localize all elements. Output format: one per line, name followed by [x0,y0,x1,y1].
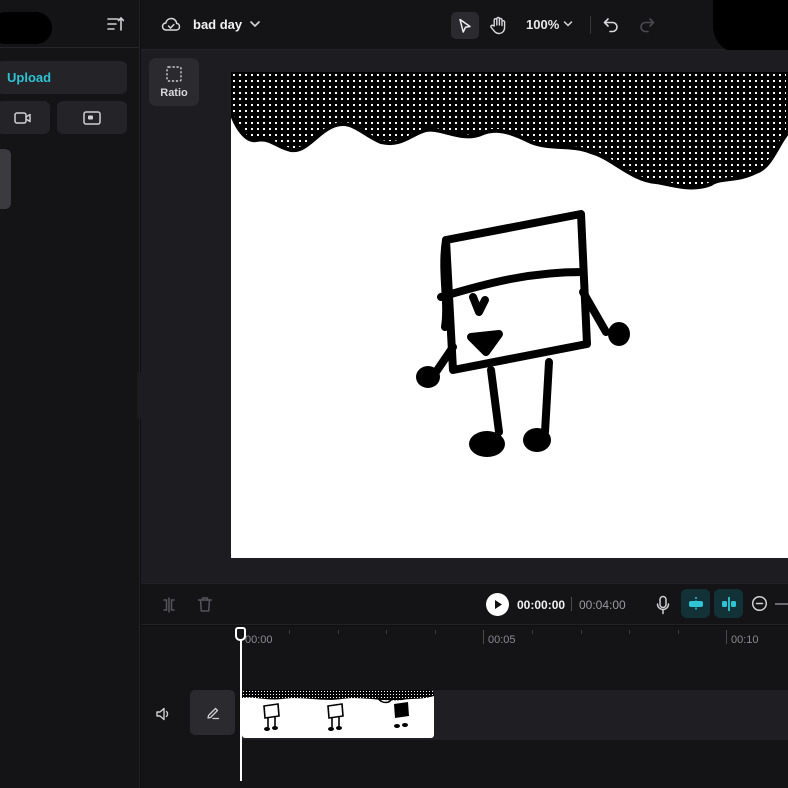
zoom-level[interactable]: 100% [526,17,559,32]
tick-minor [532,630,533,634]
screen-record-icon [83,110,101,125]
canvas-drawing [231,72,788,457]
video-clip[interactable] [242,690,434,738]
video-camera-icon [14,111,31,124]
chevron-down-icon[interactable] [249,19,261,29]
redo-icon[interactable] [638,15,656,33]
left-sidebar: Upload [0,0,140,788]
tick-minor [435,630,436,634]
sidebar-header [0,0,140,48]
playhead-handle[interactable] [235,627,246,641]
tick-minor [581,630,582,634]
top-bar: bad day 100% [141,0,788,54]
hand-tool-button[interactable] [486,12,510,39]
cloud-icon[interactable] [161,16,181,34]
pencil-icon [206,707,219,719]
play-icon [494,600,502,609]
current-time: 00:00:00 [517,598,566,612]
hand-pan-icon [490,16,506,35]
tick-minor [678,630,679,634]
total-duration: 00:04:00 [579,598,626,612]
tick-label: 00:10 [731,634,759,646]
main-track-link-button[interactable] [714,589,743,618]
tick-major [726,630,727,644]
workspace: Ratio [141,50,788,583]
redacted-area [713,0,788,54]
time-divider [571,597,572,611]
screen-record-button[interactable] [57,101,127,134]
tick-minor [629,630,630,634]
preview-canvas[interactable] [231,72,788,558]
delete-icon[interactable] [197,596,213,613]
microphone-icon[interactable] [655,595,671,615]
sort-icon[interactable] [106,16,124,32]
edit-cover-button[interactable] [190,690,235,735]
tick-minor [386,630,387,634]
playhead[interactable] [240,636,242,781]
zoom-out-icon[interactable] [751,595,768,612]
tick-major [483,630,484,644]
redacted-area [0,12,52,44]
ratio-button[interactable]: Ratio [149,58,199,106]
select-tool-button[interactable] [451,12,479,39]
zoom-chevron-down-icon[interactable] [563,19,573,29]
timeline-toolbar: 00:00:00 00:04:00 [141,583,788,625]
play-button[interactable] [486,593,509,616]
tick-label: 00:00 [245,634,273,646]
toolbar-divider [590,16,591,34]
cloud-drawing [231,72,788,190]
upload-button[interactable]: Upload [0,61,127,94]
ratio-label: Ratio [160,87,188,99]
tick-minor [338,630,339,634]
cursor-select-icon [459,18,471,33]
split-icon[interactable] [161,597,177,613]
aspect-ratio-icon [166,66,182,82]
timeline: 00:00 00:05 00:10 [141,626,788,788]
video-editor: Upload ‹ bad day [0,0,788,788]
link-track-icon [721,596,736,611]
project-title[interactable]: bad day [193,17,242,32]
video-button[interactable] [0,101,50,134]
clip-thumbnails [242,690,434,731]
tick-label: 00:05 [488,634,516,646]
magnet-snap-icon [688,596,703,611]
zoom-slider[interactable] [775,603,788,605]
volume-icon[interactable] [155,706,171,722]
media-thumbnail[interactable] [0,149,11,209]
auto-snap-button[interactable] [681,589,710,618]
undo-icon[interactable] [602,15,620,33]
tick-minor [289,630,290,634]
character-drawing [432,210,610,436]
